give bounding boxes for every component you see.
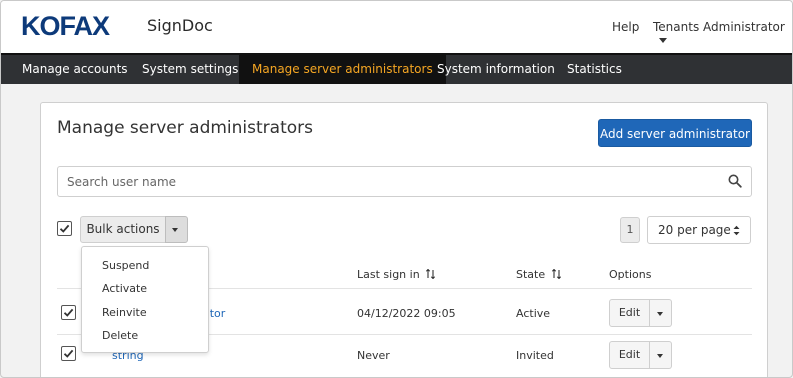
nav-item-system-information[interactable]: System information — [424, 55, 568, 84]
last-sign-in-value: 04/12/2022 09:05 — [357, 307, 456, 320]
menu-item-activate[interactable]: Activate — [102, 282, 147, 295]
column-label: Last sign in — [357, 268, 420, 281]
select-arrows-icon — [733, 225, 740, 236]
per-page-select[interactable]: 20 per page — [647, 216, 751, 244]
nav-item-manage-server-administrators[interactable]: Manage server administrators — [239, 55, 446, 84]
page-title: Manage server administrators — [57, 118, 313, 138]
column-header-options: Options — [609, 268, 652, 281]
add-server-administrator-button[interactable]: Add server administrator — [598, 119, 752, 147]
edit-options-toggle[interactable] — [650, 299, 672, 327]
app-name: SignDoc — [147, 16, 213, 35]
menu-item-delete[interactable]: Delete — [102, 329, 138, 342]
nav-item-system-settings[interactable]: System settings — [129, 55, 251, 84]
menu-item-reinvite[interactable]: Reinvite — [102, 306, 147, 319]
menu-item-suspend[interactable]: Suspend — [102, 259, 149, 272]
column-label: State — [516, 268, 546, 281]
checkmark-icon — [59, 224, 70, 233]
chevron-down-icon — [659, 38, 667, 43]
checkmark-icon — [63, 349, 74, 358]
row-checkbox[interactable] — [61, 346, 76, 361]
kofax-logo[interactable]: KOFAX — [21, 11, 110, 42]
admin-panel: Manage server administrators Add server … — [40, 102, 768, 377]
nav-item-statistics[interactable]: Statistics — [554, 55, 635, 84]
top-header: KOFAX SignDoc Help Tenants Administrator — [1, 1, 792, 53]
chevron-down-icon — [657, 354, 663, 358]
tenant-menu[interactable]: Tenants Administrator — [653, 20, 792, 48]
main-nav: Manage accounts System settings Manage s… — [1, 53, 792, 84]
last-sign-in-value: Never — [357, 349, 390, 362]
per-page-value: 20 per page — [658, 223, 731, 237]
page-number[interactable]: 1 — [620, 217, 640, 243]
edit-button[interactable]: Edit — [609, 299, 650, 327]
sort-icon — [551, 269, 561, 279]
nav-item-manage-accounts[interactable]: Manage accounts — [9, 55, 141, 84]
bulk-actions-menu: Suspend Activate Reinvite Delete — [81, 246, 209, 353]
tenant-label: Tenants Administrator — [653, 20, 785, 34]
edit-options-toggle[interactable] — [650, 341, 672, 369]
row-checkbox[interactable] — [61, 305, 76, 320]
column-header-last-sign-in[interactable]: Last sign in — [357, 268, 436, 281]
search-input[interactable] — [58, 167, 718, 196]
state-value: Invited — [516, 349, 554, 362]
checkmark-icon — [63, 308, 74, 317]
app-window: KOFAX SignDoc Help Tenants Administrator… — [0, 0, 793, 378]
search-icon[interactable] — [728, 174, 742, 188]
edit-button[interactable]: Edit — [609, 341, 650, 369]
select-all-checkbox[interactable] — [57, 221, 72, 236]
state-value: Active — [516, 307, 551, 320]
sort-icon — [426, 269, 436, 279]
bulk-actions-toggle[interactable] — [165, 216, 188, 243]
search-box — [57, 166, 752, 197]
chevron-down-icon — [657, 312, 663, 316]
bulk-actions-button[interactable]: Bulk actions — [80, 216, 166, 243]
chevron-down-icon — [172, 228, 178, 232]
column-header-state[interactable]: State — [516, 268, 561, 281]
help-link[interactable]: Help — [612, 20, 639, 34]
